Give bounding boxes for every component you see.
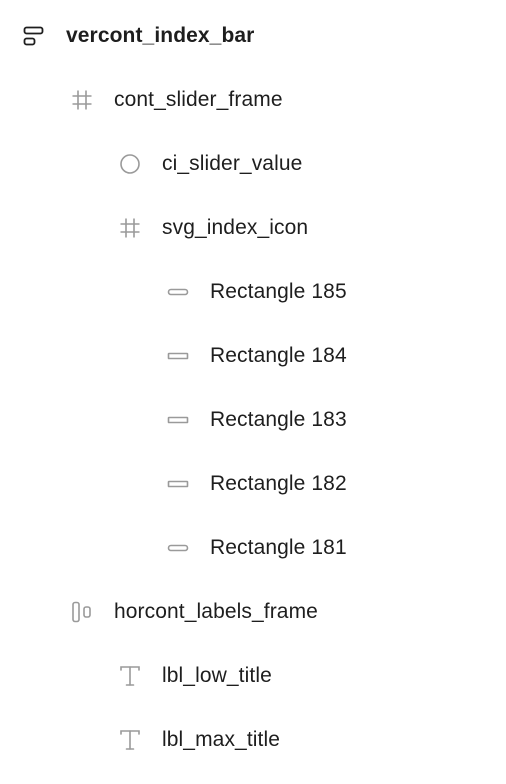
layer-label: Rectangle 183 <box>210 408 347 431</box>
layer-label: horcont_labels_frame <box>114 600 318 623</box>
layer-label: svg_index_icon <box>162 216 309 239</box>
layer-label: Rectangle 185 <box>210 280 347 303</box>
layer-row-rectangle-181[interactable]: Rectangle 181 <box>0 516 506 580</box>
horizontal-autolayout-icon <box>70 600 94 624</box>
rectangle-icon <box>166 408 190 432</box>
ellipse-icon <box>118 152 142 176</box>
layer-label: lbl_low_title <box>162 664 272 687</box>
layer-row-ci-slider-value[interactable]: ci_slider_value <box>0 132 506 196</box>
layer-label: lbl_max_title <box>162 728 281 751</box>
layer-label: vercont_index_bar <box>66 24 255 47</box>
layer-row-lbl-max-title[interactable]: lbl_max_title <box>0 708 506 772</box>
layer-row-rectangle-185[interactable]: Rectangle 185 <box>0 260 506 324</box>
layer-row-svg-index-icon[interactable]: svg_index_icon <box>0 196 506 260</box>
layer-row-rectangle-183[interactable]: Rectangle 183 <box>0 388 506 452</box>
layer-label: Rectangle 181 <box>210 536 347 559</box>
rounded-rectangle-icon <box>166 280 190 304</box>
layer-row-vercont-index-bar[interactable]: vercont_index_bar <box>0 4 506 68</box>
text-icon <box>118 728 142 752</box>
layer-label: ci_slider_value <box>162 152 303 175</box>
frame-icon <box>118 216 142 240</box>
rounded-rectangle-icon <box>166 536 190 560</box>
rectangle-icon <box>166 472 190 496</box>
layer-label: Rectangle 184 <box>210 344 347 367</box>
layer-row-lbl-low-title[interactable]: lbl_low_title <box>0 644 506 708</box>
layers-panel: vercont_index_bar cont_slider_frame ci_s… <box>0 0 506 784</box>
layer-row-cont-slider-frame[interactable]: cont_slider_frame <box>0 68 506 132</box>
rectangle-icon <box>166 344 190 368</box>
frame-icon <box>70 88 94 112</box>
layer-row-horcont-labels-frame[interactable]: horcont_labels_frame <box>0 580 506 644</box>
layer-row-rectangle-182[interactable]: Rectangle 182 <box>0 452 506 516</box>
vertical-autolayout-icon <box>22 24 46 48</box>
layer-label: cont_slider_frame <box>114 88 283 111</box>
layer-row-rectangle-184[interactable]: Rectangle 184 <box>0 324 506 388</box>
text-icon <box>118 664 142 688</box>
layer-label: Rectangle 182 <box>210 472 347 495</box>
